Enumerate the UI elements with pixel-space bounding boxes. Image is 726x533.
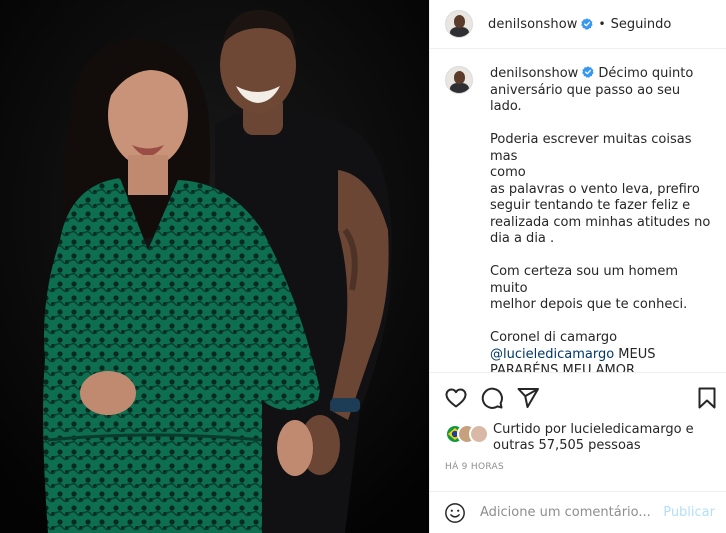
caption-row: denilsonshow Décimo quinto aniversário q… <box>445 66 717 372</box>
header-separator: • <box>598 17 606 31</box>
caption-body-part1: Décimo quinto aniversário que passo ao s… <box>490 66 711 345</box>
post-photo[interactable] <box>0 0 429 533</box>
bookmark-icon[interactable] <box>695 386 719 410</box>
liker-avatar-3 <box>469 424 489 444</box>
caption-author-avatar[interactable] <box>445 66 473 94</box>
likes-text: Curtido por lucieledicamargo e outras 57… <box>493 422 694 454</box>
likes-suffix: pessoas <box>584 438 641 453</box>
caption-text: denilsonshow Décimo quinto aniversário q… <box>490 66 715 372</box>
comments-area[interactable]: denilsonshow Décimo quinto aniversário q… <box>430 50 726 372</box>
likes-prefix: Curtido por <box>493 422 571 437</box>
likes-count-link[interactable]: 57,505 <box>539 438 585 453</box>
likes-summary: Curtido por lucieledicamargo e outras 57… <box>445 422 725 458</box>
share-icon[interactable] <box>516 386 540 410</box>
caption-mention-link[interactable]: @lucieledicamargo <box>490 347 614 362</box>
likes-user-link[interactable]: lucieledicamargo <box>570 422 681 437</box>
post-header: denilsonshow • Seguindo <box>430 0 726 49</box>
post-actions-bar <box>430 372 726 422</box>
add-comment-bar: Publicar <box>430 491 726 533</box>
publish-button[interactable]: Publicar <box>663 505 715 520</box>
liker-avatars[interactable] <box>445 424 491 444</box>
couple-photo-illustration <box>0 0 429 533</box>
author-avatar[interactable] <box>445 10 473 38</box>
following-button[interactable]: Seguindo <box>611 17 672 32</box>
author-username[interactable]: denilsonshow <box>488 17 577 32</box>
smile-icon[interactable] <box>444 502 466 524</box>
verified-badge-icon <box>581 18 594 30</box>
post-side-panel: denilsonshow • Seguindo denilsonshow Déc… <box>429 0 726 533</box>
caption-author-username[interactable]: denilsonshow <box>490 66 578 81</box>
heart-icon[interactable] <box>444 386 468 410</box>
comment-icon[interactable] <box>480 386 504 410</box>
post-timestamp[interactable]: HÁ 9 HORAS <box>445 462 504 472</box>
comment-input[interactable] <box>480 505 664 520</box>
caption-verified-badge-icon <box>582 66 594 78</box>
